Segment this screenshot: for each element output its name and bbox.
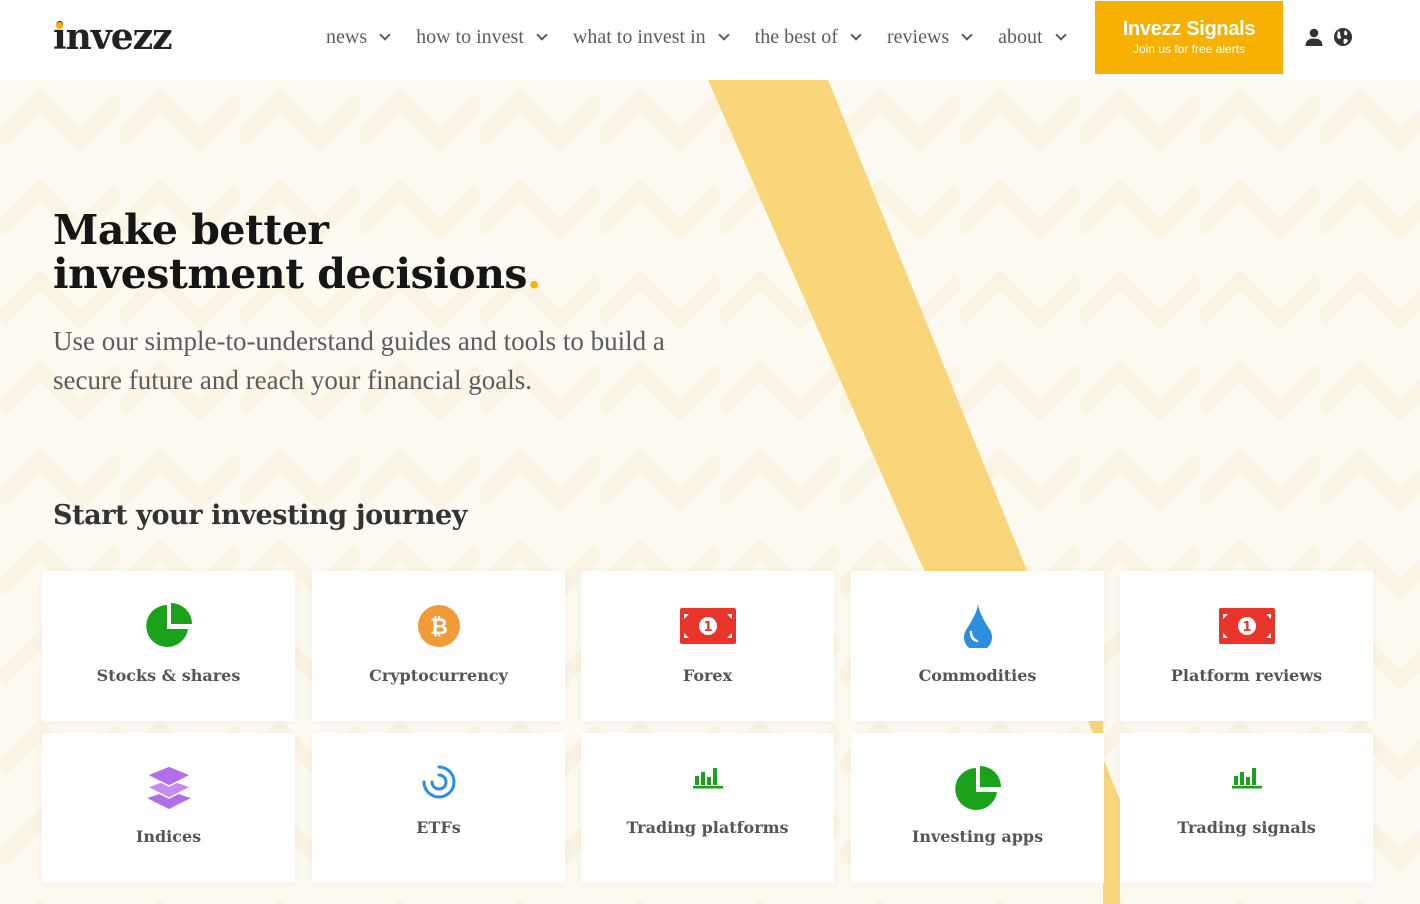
nav-item-how-to-invest[interactable]: how to invest: [416, 25, 548, 49]
card-label: Platform reviews: [1170, 666, 1323, 685]
globe-icon[interactable]: [1333, 27, 1353, 47]
card-investing-apps[interactable]: Investing apps: [851, 733, 1104, 883]
nav-item-reviews[interactable]: reviews: [886, 25, 973, 49]
nav-label: the best of: [754, 25, 838, 48]
svg-text:₿: ₿: [430, 615, 448, 640]
chevron-down-icon: [850, 28, 862, 41]
card-label: Investing apps: [911, 827, 1044, 846]
card-platform-reviews[interactable]: 1 Platform reviews: [1120, 571, 1373, 721]
site-header: invezz news how to invest what to invest…: [0, 0, 1420, 80]
pie-chart-icon: [145, 603, 192, 647]
card-commodities[interactable]: Commodities: [851, 571, 1104, 721]
spiral-icon: [422, 765, 455, 799]
signals-subtitle: Join us for free alerts: [1132, 42, 1246, 56]
nav-label: about: [998, 25, 1043, 48]
svg-text:1: 1: [703, 620, 712, 635]
card-label: Forex: [682, 666, 733, 685]
pie-chart-icon: [954, 766, 1001, 810]
card-indices[interactable]: Indices: [42, 733, 295, 883]
nav-label: reviews: [886, 25, 950, 48]
banknote-icon: 1: [1218, 608, 1275, 644]
user-icon[interactable]: [1304, 27, 1324, 47]
nav-label: what to invest in: [572, 25, 706, 48]
chevron-down-icon: [717, 28, 730, 41]
chevron-down-icon: [1054, 28, 1067, 41]
card-label: Indices: [135, 827, 202, 846]
hero-subheadline: Use our simple-to-understand guides and …: [53, 326, 665, 395]
droplet-icon: [963, 603, 992, 648]
bitcoin-icon: ₿: [417, 605, 460, 647]
nav-item-the-best-of[interactable]: the best of: [754, 25, 862, 49]
chevron-down-icon: [379, 28, 391, 41]
bar-chart-icon: [692, 768, 723, 789]
nav-item-about[interactable]: about: [998, 25, 1067, 49]
layers-icon: [144, 765, 193, 809]
nav-item-what-to-invest-in[interactable]: what to invest in: [572, 25, 730, 49]
card-label: ETFs: [416, 818, 461, 837]
card-forex[interactable]: 1 Forex: [581, 571, 834, 721]
svg-text:1: 1: [1242, 620, 1251, 635]
card-label: Stocks & shares: [96, 666, 241, 685]
chevron-down-icon: [961, 28, 973, 41]
headline-line-2: investment decisions: [53, 250, 528, 298]
card-label: Trading platforms: [626, 818, 789, 837]
nav-label: how to invest: [416, 25, 524, 48]
chevron-down-icon: [536, 28, 548, 41]
signals-title: Invezz Signals: [1122, 18, 1256, 40]
hero-headline: Make better investment decisions.: [53, 208, 541, 296]
card-cryptocurrency[interactable]: ₿ Cryptocurrency: [312, 571, 565, 721]
journey-title: Start your investing journey: [53, 500, 468, 531]
nav-label: news: [326, 25, 368, 48]
headline-line-1: Make better: [53, 206, 329, 254]
card-label: Trading signals: [1177, 818, 1316, 837]
bar-chart-icon: [1231, 768, 1262, 789]
main-nav: news how to invest what to invest in the…: [326, 0, 1092, 74]
card-etfs[interactable]: ETFs: [312, 733, 565, 883]
card-label: Cryptocurrency: [369, 666, 508, 685]
signals-cta-button[interactable]: Invezz Signals Join us for free alerts: [1095, 1, 1283, 74]
card-stocks-shares[interactable]: Stocks & shares: [42, 571, 295, 721]
logo[interactable]: invezz: [53, 16, 173, 58]
logo-dot: [56, 22, 63, 29]
headline-dot: .: [527, 250, 541, 298]
nav-item-news[interactable]: news: [326, 25, 391, 49]
banknote-icon: 1: [679, 608, 736, 644]
card-trading-platforms[interactable]: Trading platforms: [581, 733, 834, 883]
card-trading-signals[interactable]: Trading signals: [1120, 733, 1373, 883]
card-label: Commodities: [918, 666, 1037, 685]
